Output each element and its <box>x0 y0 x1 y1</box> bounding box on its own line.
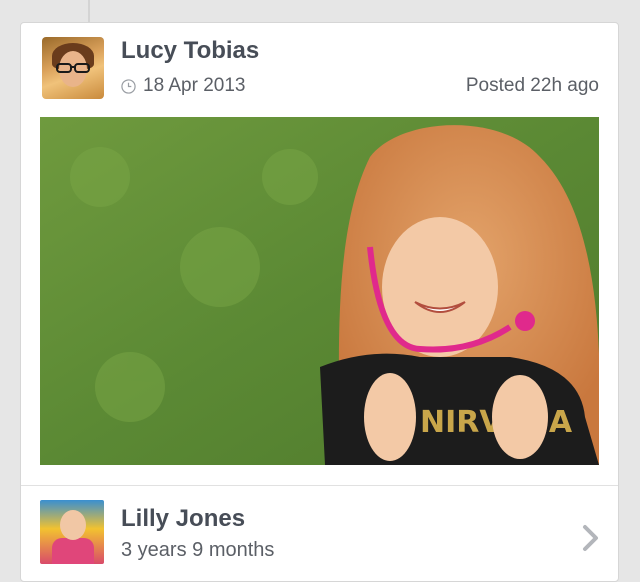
timeline-line <box>88 0 90 22</box>
child-avatar[interactable] <box>40 500 104 564</box>
post-card: Lucy Tobias 18 Apr 2013 Posted 22h ago L… <box>20 22 619 582</box>
author-name[interactable]: Lucy Tobias <box>121 37 259 65</box>
clock-icon <box>121 78 136 94</box>
post-date: 18 Apr 2013 <box>121 75 245 97</box>
chevron-right-icon[interactable] <box>581 523 601 553</box>
child-name[interactable]: Lilly Jones <box>121 505 245 533</box>
post-date-text: 18 Apr 2013 <box>143 75 246 96</box>
author-avatar[interactable] <box>42 37 104 99</box>
child-age: 3 years 9 months <box>121 539 275 561</box>
post-photo[interactable]: NIRVANA <box>40 117 599 465</box>
posted-time: Posted 22h ago <box>465 75 599 96</box>
divider <box>21 485 618 486</box>
